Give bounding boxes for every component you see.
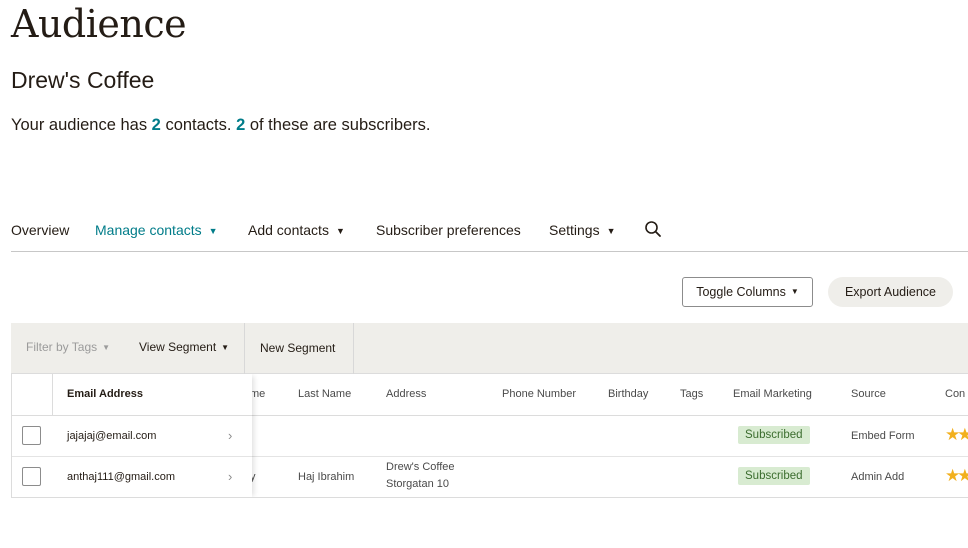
status-badge: Subscribed [738, 426, 810, 444]
view-segment-dropdown[interactable]: View Segment ▼ [139, 340, 229, 354]
address-line-2: Storgatan 10 [386, 478, 449, 490]
summary-suffix: of these are subscribers. [245, 116, 431, 134]
nav-add-contacts[interactable]: Add contacts ▼ [248, 222, 345, 238]
nav-settings-label: Settings [549, 222, 600, 238]
chevron-down-icon: ▼ [102, 343, 111, 352]
toggle-columns-label: Toggle Columns [696, 285, 786, 299]
chevron-down-icon: ▼ [208, 226, 218, 236]
divider [353, 323, 354, 374]
row-checkbox[interactable] [22, 426, 41, 445]
contacts-count[interactable]: 2 [152, 116, 161, 134]
filter-by-tags-label: Filter by Tags [26, 340, 98, 354]
nav-add-contacts-label: Add contacts [248, 222, 329, 238]
last-name-cell: Haj Ibrahim [298, 471, 355, 483]
filter-by-tags-dropdown[interactable]: Filter by Tags ▼ [26, 340, 110, 354]
new-segment-button[interactable]: New Segment [260, 341, 335, 355]
chevron-down-icon: ▼ [790, 286, 799, 296]
column-header-email[interactable]: Email Address [67, 388, 143, 400]
source-cell: Admin Add [851, 471, 905, 483]
audience-nav: Overview Manage contacts ▼ Add contacts ▼ … [11, 218, 968, 252]
column-header-last-name[interactable]: Last Name [298, 388, 351, 400]
column-header-email-marketing[interactable]: Email Marketing [733, 388, 812, 400]
subscribers-count[interactable]: 2 [236, 116, 245, 134]
column-header-source[interactable]: Source [851, 388, 886, 400]
column-header-first-name[interactable]: me [250, 388, 265, 400]
page-title: Audience [11, 2, 187, 46]
nav-manage-contacts[interactable]: Manage contacts ▼ [95, 222, 218, 238]
nav-overview[interactable]: Overview [11, 222, 69, 238]
divider [244, 323, 245, 374]
nav-overview-label: Overview [11, 222, 70, 238]
summary-middle: contacts. [160, 116, 237, 134]
chevron-right-icon[interactable]: › [228, 469, 232, 484]
nav-settings[interactable]: Settings ▼ [549, 222, 616, 238]
row-checkbox[interactable] [22, 467, 41, 486]
contacts-table: me Last Name Address Phone Number Birthd… [11, 374, 968, 498]
toggle-columns-button[interactable]: Toggle Columns ▼ [682, 277, 813, 307]
email-cell[interactable]: jajajaj@email.com [67, 430, 156, 442]
chevron-right-icon[interactable]: › [228, 428, 232, 443]
divider [12, 456, 252, 457]
view-segment-label: View Segment [139, 340, 217, 354]
column-header-phone[interactable]: Phone Number [502, 388, 576, 400]
column-header-contact-rating[interactable]: Con [945, 388, 965, 400]
divider [12, 415, 252, 416]
audience-name: Drew's Coffee [11, 67, 155, 93]
nav-manage-contacts-label: Manage contacts [95, 222, 202, 238]
column-header-tags[interactable]: Tags [680, 388, 703, 400]
divider [52, 374, 53, 416]
column-header-birthday[interactable]: Birthday [608, 388, 648, 400]
column-header-address[interactable]: Address [386, 388, 426, 400]
summary-prefix: Your audience has [11, 116, 152, 134]
email-cell[interactable]: anthaj111@gmail.com [67, 471, 175, 483]
chevron-down-icon: ▼ [335, 226, 345, 236]
chevron-down-icon: ▼ [221, 343, 230, 352]
address-line-1: Drew's Coffee [386, 461, 455, 473]
star-icon: ★★ [945, 425, 968, 444]
chevron-down-icon: ▼ [606, 226, 616, 236]
star-icon: ★★ [945, 466, 968, 485]
nav-subscriber-preferences-label: Subscriber preferences [376, 222, 521, 238]
source-cell: Embed Form [851, 430, 915, 442]
nav-subscriber-preferences[interactable]: Subscriber preferences [376, 222, 521, 238]
search-icon[interactable] [644, 220, 662, 238]
segment-filter-bar: Filter by Tags ▼ View Segment ▼ New Segmen… [11, 323, 968, 374]
audience-summary: Your audience has 2 contacts. 2 of these… [11, 116, 431, 135]
export-audience-button[interactable]: Export Audience [828, 277, 953, 307]
sticky-email-column: Email Address jajajaj@email.com › anthaj… [12, 374, 252, 497]
status-badge: Subscribed [738, 467, 810, 485]
